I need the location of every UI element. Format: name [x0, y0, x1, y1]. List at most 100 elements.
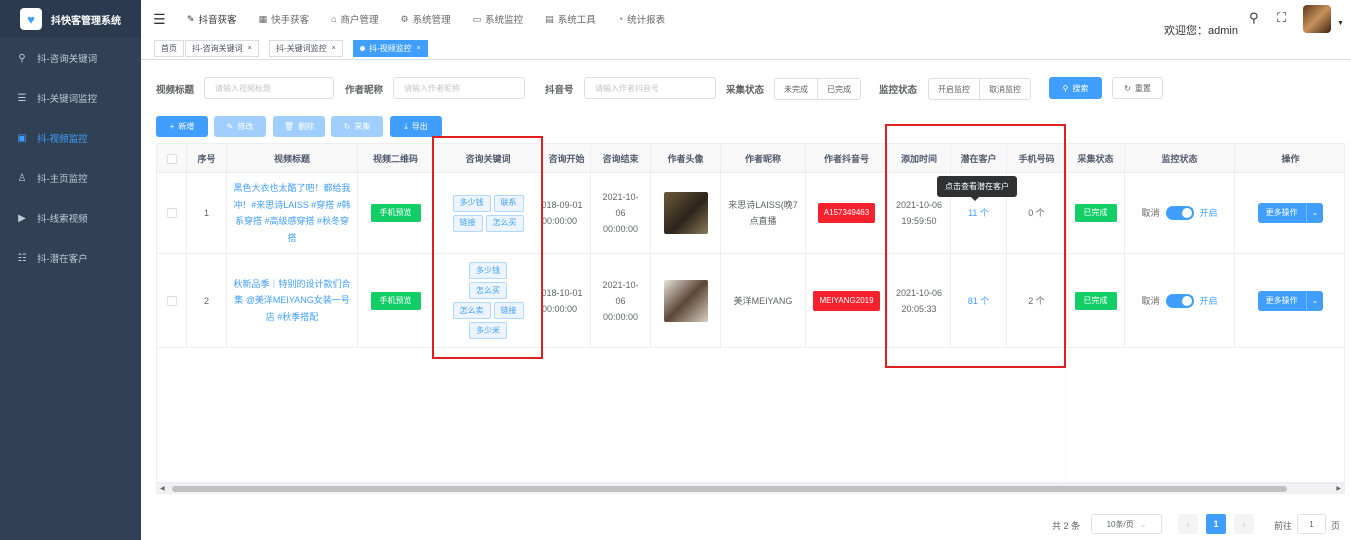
- video-title-link[interactable]: 秋新品季｜特别的设计款们合集 @美洋MEIYANG女装一号店 #秋季搭配: [231, 276, 353, 326]
- row-actions-cell: 更多操作 ⌄: [1235, 173, 1344, 253]
- collect-option-unfinished[interactable]: 未完成: [775, 79, 818, 99]
- topnav-douyin[interactable]: ✎ 抖音获客: [187, 12, 237, 27]
- topnav-kuaishou[interactable]: ▦ 快手获客: [259, 12, 310, 27]
- page-size-select[interactable]: 10条/页 ⌄: [1091, 514, 1162, 534]
- more-actions-dropdown[interactable]: 更多操作 ⌄: [1257, 203, 1324, 223]
- scroll-left-icon[interactable]: ◀: [160, 484, 165, 494]
- highlight-customer-box: [885, 124, 1066, 368]
- checkbox[interactable]: [166, 295, 177, 306]
- topnav-monitor[interactable]: ▭ 系统监控: [473, 12, 524, 27]
- search-button[interactable]: ⚲ 搜索: [1049, 77, 1102, 99]
- edit-icon: ✎: [226, 122, 234, 131]
- topnav-system[interactable]: ⚙ 系统管理: [400, 12, 451, 27]
- tag-keyword-monitor[interactable]: 抖-关键词监控 ×: [269, 40, 343, 57]
- contacts-icon: ☷: [17, 252, 27, 264]
- monitor-switch[interactable]: [1165, 206, 1194, 220]
- sidebar-item-keyword-monitor[interactable]: ☰ 抖-关键词监控: [0, 78, 141, 118]
- topnav-merchant[interactable]: ⌂ 商户管理: [331, 12, 378, 26]
- row-monitor-cell: 取消 开启: [1125, 173, 1235, 253]
- goto-page-input[interactable]: 1: [1297, 514, 1326, 534]
- switch-off-label: 取消: [1141, 208, 1160, 218]
- tag-home[interactable]: 首页: [154, 40, 184, 57]
- row-collect-cell: 已完成: [1067, 254, 1125, 347]
- page-1-button[interactable]: 1: [1206, 514, 1226, 534]
- more-actions-label[interactable]: 更多操作: [1258, 291, 1306, 311]
- sidebar-item-potential-customer[interactable]: ☷ 抖-潜在客户: [0, 238, 141, 278]
- next-page-button[interactable]: ›: [1234, 514, 1254, 534]
- sidebar-item-consult-keyword[interactable]: ⚲ 抖-咨询关键词: [0, 38, 141, 78]
- sidebar-item-video-monitor[interactable]: ▣ 抖-视频监控: [0, 118, 141, 158]
- checkbox[interactable]: [166, 208, 177, 218]
- caret-down-icon[interactable]: ▼: [1337, 20, 1344, 27]
- close-icon[interactable]: ×: [417, 45, 421, 52]
- scrollbar-thumb[interactable]: [172, 486, 1287, 492]
- row-select[interactable]: [157, 173, 187, 253]
- sidebar-item-lead-video[interactable]: ▶ 抖-线索视频: [0, 198, 141, 238]
- video-title-link[interactable]: 黑色大衣也太酷了吧！都给我冲！#来思诗LAISS #穿搭 #韩系穿搭 #高级感穿…: [231, 180, 353, 246]
- edit-button[interactable]: ✎ 修改: [214, 116, 266, 137]
- horizontal-scrollbar[interactable]: ◀ ▶: [156, 483, 1345, 494]
- monitor-option-off[interactable]: 取消监控: [980, 79, 1030, 99]
- delete-button[interactable]: 🗑 删除: [273, 116, 325, 137]
- hamburger-icon[interactable]: ☰: [153, 11, 166, 28]
- collect-button[interactable]: ↻ 采集: [331, 116, 383, 137]
- author-avatar-image[interactable]: [663, 279, 708, 322]
- row-select[interactable]: [157, 254, 187, 347]
- monitor-status-group: 开启监控 取消监控: [928, 78, 1031, 100]
- user-avatar[interactable]: [1303, 5, 1331, 33]
- collect-option-finished[interactable]: 已完成: [818, 79, 860, 99]
- app-logo[interactable]: ♥ 抖快客管理系统: [0, 0, 141, 38]
- monitor-switch[interactable]: [1165, 293, 1194, 308]
- header-select-all[interactable]: [157, 144, 187, 173]
- row-qrcode-cell: 手机预览: [358, 173, 434, 253]
- topnav-report[interactable]: ◔ 统计报表: [618, 12, 665, 26]
- topnav-label: 商户管理: [340, 15, 379, 26]
- tag-video-monitor[interactable]: 抖-视频监控 ×: [353, 40, 428, 57]
- author-nickname-input[interactable]: 请输入作者昵称: [393, 77, 525, 99]
- consult-end: 2021-10-06 00:00:00: [602, 279, 639, 322]
- refresh-icon: ↻: [343, 122, 351, 131]
- checkbox[interactable]: [166, 153, 177, 164]
- consult-end: 2021-10-06 00:00:00: [602, 192, 639, 234]
- mobile-preview-button[interactable]: 手机预览: [370, 291, 421, 310]
- header-collect-status: 采集状态: [1067, 144, 1125, 173]
- gear-icon: ⚙: [400, 13, 409, 24]
- mobile-preview-button[interactable]: 手机预览: [370, 204, 421, 222]
- reset-button[interactable]: ↻ 重置: [1112, 77, 1163, 99]
- author-nickname-label: 作者昵称: [345, 85, 384, 96]
- welcome-text: 欢迎您：admin: [1164, 25, 1238, 37]
- chevron-down-icon[interactable]: ⌄: [1305, 290, 1324, 311]
- douyin-id-label: 抖音号: [545, 85, 574, 96]
- douyin-id-input[interactable]: 请输入作者抖音号: [584, 77, 716, 99]
- video-title-input[interactable]: 请输入视频标题: [204, 77, 334, 99]
- author-nickname: 美洋MEIYANG: [733, 295, 793, 306]
- prev-page-button[interactable]: ‹: [1178, 514, 1198, 534]
- topnav-tools[interactable]: ▤ 系统工具: [545, 12, 596, 27]
- export-button[interactable]: ⤓ 导出: [390, 116, 442, 137]
- row-avatar-cell: [651, 173, 721, 253]
- row-end-cell: 2021-10-06 00:00:00: [591, 173, 651, 253]
- monitor-option-on[interactable]: 开启监控: [929, 79, 980, 99]
- fullscreen-icon[interactable]: ⛶: [1277, 10, 1286, 26]
- collect-button-label: 采集: [354, 122, 371, 131]
- close-icon[interactable]: ×: [248, 45, 252, 52]
- trash-icon: 🗑: [283, 122, 295, 131]
- sidebar-item-home-monitor[interactable]: ♙ 抖-主页监控: [0, 158, 141, 198]
- header-monitor-status: 监控状态: [1125, 144, 1235, 173]
- consult-start: 2018-10-01 00:00:00: [543, 287, 583, 314]
- author-avatar-image[interactable]: [663, 192, 708, 234]
- more-actions-label[interactable]: 更多操作: [1258, 203, 1306, 223]
- chevron-down-icon[interactable]: ⌄: [1305, 203, 1324, 223]
- add-button[interactable]: + 新增: [156, 116, 208, 137]
- topnav-label: 快手获客: [271, 15, 310, 26]
- close-icon[interactable]: ×: [332, 45, 336, 52]
- header-title: 视频标题: [227, 144, 358, 173]
- tag-consult-keyword[interactable]: 抖-咨询关键词 ×: [185, 40, 259, 57]
- search-icon[interactable]: ⚲: [1249, 10, 1259, 26]
- scroll-right-icon[interactable]: ▶: [1336, 484, 1341, 494]
- row-collect-cell: 已完成: [1067, 173, 1125, 253]
- topnav-label: 统计报表: [627, 15, 666, 26]
- add-button-label: 新增: [178, 122, 195, 131]
- more-actions-dropdown[interactable]: 更多操作 ⌄: [1257, 290, 1324, 311]
- edit-button-label: 修改: [237, 122, 254, 131]
